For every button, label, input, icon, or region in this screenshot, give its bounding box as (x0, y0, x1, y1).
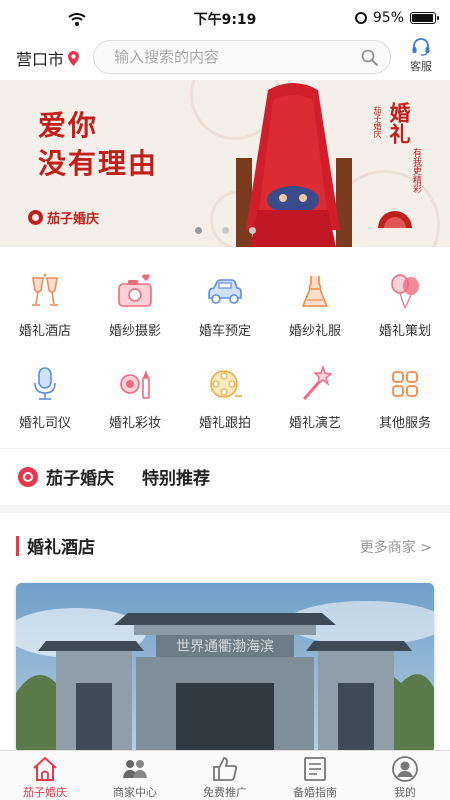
hotel-gate-photo: 世界通衢渤海滨 (16, 583, 434, 753)
hotel-card[interactable]: 世界通衢渤海滨 (16, 583, 434, 753)
category-label: 婚纱摄影 (108, 324, 161, 339)
category-label: 其他服务 (378, 416, 431, 431)
section-accent-bar (16, 535, 19, 556)
category-label: 婚礼演艺 (288, 416, 341, 431)
camera-icon (118, 274, 152, 307)
balloons-icon (391, 274, 419, 309)
tab-home[interactable]: 茄子婚庆 (0, 751, 90, 800)
category-label: 婚礼跟拍 (198, 416, 251, 431)
guide-book-icon (304, 757, 326, 781)
category-hotel[interactable]: 婚礼酒店 (0, 272, 90, 339)
category-video[interactable]: 婚礼跟拍 (180, 364, 270, 431)
category-other[interactable]: 其他服务 (360, 364, 450, 431)
category-label: 婚车预定 (198, 324, 251, 339)
bottom-tab-bar: 茄子婚庆 商家中心 免费推广 备婚指南 我的 (0, 750, 450, 800)
battery-icon (410, 12, 439, 24)
wedding-dress-icon (301, 276, 329, 307)
section-separator (0, 505, 450, 513)
recommend-label: 特别推荐 (142, 469, 210, 489)
banner-sub-text: 茄子婚庆 (373, 106, 382, 138)
makeup-icon (120, 370, 150, 399)
category-label: 婚礼策划 (378, 324, 431, 339)
app-header: 营口市 客服 (0, 38, 450, 78)
page-dot[interactable] (222, 227, 229, 234)
profile-icon (392, 756, 418, 782)
brand-logo-icon (28, 210, 43, 225)
headset-icon (412, 38, 430, 56)
page-dot[interactable] (249, 227, 256, 234)
status-time: 下午9:19 (193, 12, 257, 28)
category-label: 婚礼彩妆 (108, 416, 161, 431)
home-icon (33, 757, 57, 781)
page-dot[interactable] (195, 227, 202, 234)
thumbs-up-icon (213, 757, 238, 781)
city-selector[interactable]: 营口市 (16, 46, 80, 70)
divider (0, 448, 450, 449)
search-input[interactable] (114, 48, 344, 66)
orientation-lock-icon (354, 12, 367, 24)
banner-page-indicator (195, 227, 256, 234)
banner-wedding-title: 婚礼 (387, 102, 412, 144)
tab-label: 免费推广 (203, 786, 247, 799)
city-label: 营口市 (16, 50, 65, 69)
battery-percent: 95% (372, 10, 404, 26)
film-reel-icon (210, 370, 242, 398)
customer-service-button[interactable]: 客服 (403, 38, 439, 74)
banner-wedding-subtitle: 有我更精彩 (411, 148, 421, 193)
location-pin-icon (68, 50, 80, 66)
brand-logo-icon (18, 466, 38, 487)
bride-illustration (236, 83, 352, 247)
special-recommend-header: 茄子婚庆 特别推荐 (18, 464, 210, 489)
wifi-icon (68, 13, 86, 26)
grid-apps-icon (392, 371, 418, 397)
search-icon[interactable] (361, 49, 378, 66)
category-planning[interactable]: 婚礼策划 (360, 272, 450, 339)
category-label: 婚纱礼服 (288, 324, 341, 339)
champagne-glasses-icon (32, 273, 58, 306)
category-performance[interactable]: 婚礼演艺 (270, 364, 360, 431)
search-bar[interactable] (93, 40, 391, 74)
car-icon (208, 279, 242, 304)
tab-label: 我的 (394, 786, 416, 799)
category-car[interactable]: 婚车预定 (180, 272, 270, 339)
tab-label: 茄子婚庆 (23, 786, 67, 799)
tab-label: 商家中心 (113, 786, 157, 799)
fan-ornament-icon (378, 211, 412, 228)
tab-profile[interactable]: 我的 (360, 751, 450, 800)
banner-slogan-line2: 没有理由 (38, 147, 159, 180)
more-merchants-link[interactable]: 更多商家 > (360, 537, 432, 557)
banner-logo-text: 茄子婚庆 (47, 212, 100, 227)
category-dress[interactable]: 婚纱礼服 (270, 272, 360, 339)
category-photography[interactable]: 婚纱摄影 (90, 272, 180, 339)
microphone-icon (34, 367, 56, 400)
category-makeup[interactable]: 婚礼彩妆 (90, 364, 180, 431)
magic-wand-icon (303, 364, 333, 400)
category-host[interactable]: 婚礼司仪 (0, 364, 90, 431)
banner-slogan-line1: 爱你 (38, 109, 99, 142)
service-label: 客服 (410, 60, 432, 73)
promo-banner[interactable]: 爱你 没有理由 茄子婚庆 茄子婚庆 婚礼 有我更精彩 (0, 80, 450, 247)
gate-inscription: 世界通衢渤海滨 (176, 638, 274, 655)
merchants-icon (123, 760, 147, 778)
tab-promotion[interactable]: 免费推广 (180, 751, 270, 800)
category-label: 婚礼酒店 (18, 324, 71, 339)
section-header: 婚礼酒店 (16, 533, 95, 558)
banner-logo: 茄子婚庆 (28, 208, 99, 227)
tab-guide[interactable]: 备婚指南 (270, 751, 360, 800)
section-title: 婚礼酒店 (27, 538, 95, 558)
recommend-brand: 茄子婚庆 (46, 469, 114, 489)
tab-merchants[interactable]: 商家中心 (90, 751, 180, 800)
category-label: 婚礼司仪 (18, 416, 71, 431)
status-bar: 下午9:19 95% (0, 0, 450, 38)
tab-label: 备婚指南 (293, 786, 337, 799)
